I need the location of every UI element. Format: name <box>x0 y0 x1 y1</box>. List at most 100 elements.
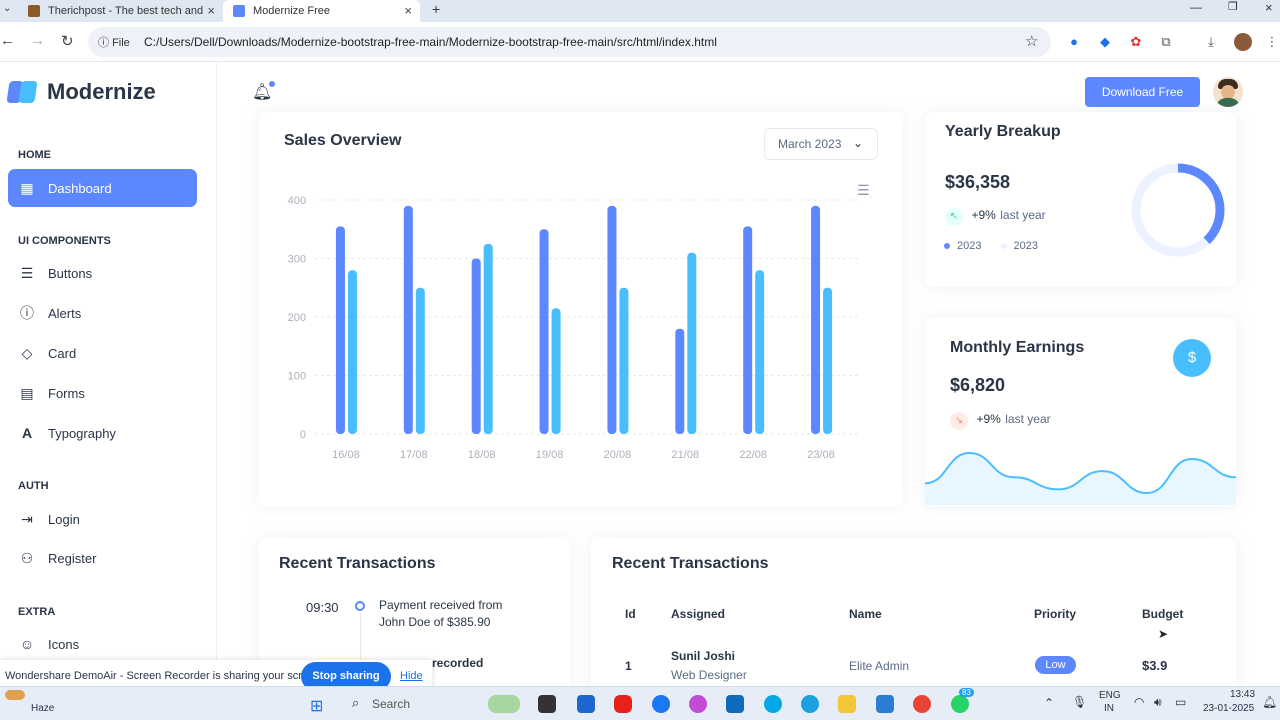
sidebar-item-alerts[interactable]: ⓘ Alerts <box>8 294 197 332</box>
monthly-sparkline <box>925 451 1236 505</box>
cell-budget: $3.9 <box>1142 658 1168 673</box>
outlook-icon[interactable] <box>726 695 744 713</box>
window-close-button[interactable]: × <box>1265 0 1273 15</box>
skype-icon[interactable] <box>764 695 782 713</box>
task-view-icon[interactable] <box>538 695 556 713</box>
bar-17/08-series2[interactable] <box>415 287 425 434</box>
shield-icon[interactable]: ◆ <box>1097 34 1113 50</box>
sidebar-item-label: Dashboard <box>48 180 112 196</box>
bar-18/08-series2[interactable] <box>483 243 493 434</box>
file-explorer-icon[interactable] <box>838 695 856 713</box>
close-icon[interactable]: × <box>207 3 215 18</box>
volume-icon[interactable]: 🔊︎ <box>1154 695 1162 710</box>
sidebar-item-dashboard[interactable]: ▦ Dashboard <box>8 169 197 207</box>
bar-23/08-series1[interactable] <box>811 205 821 434</box>
logo-text: Modernize <box>47 79 156 104</box>
site-info[interactable]: ⓘ File <box>98 34 130 50</box>
more-menu-icon[interactable]: ⋮ <box>1264 34 1280 50</box>
sidebar-item-buttons[interactable]: ☰ Buttons <box>8 254 197 292</box>
edge-icon[interactable] <box>801 695 819 713</box>
bar-22/08-series1[interactable] <box>743 226 753 434</box>
bar-22/08-series2[interactable] <box>755 270 765 434</box>
microphone-icon[interactable]: 🎙︎ <box>1072 695 1087 709</box>
cell-role: Web Designer <box>671 668 747 682</box>
wifi-icon[interactable]: ◠ <box>1134 695 1144 709</box>
sidebar-item-icons[interactable]: ☺ Icons <box>8 625 197 663</box>
browser-tab-therichpost[interactable]: Therichpost - The best tech and × <box>18 0 223 22</box>
restore-button[interactable]: ❐ <box>1228 0 1238 13</box>
monthly-value: $6,820 <box>950 375 1006 395</box>
back-icon[interactable]: ← <box>0 32 15 49</box>
bar-18/08-series1[interactable] <box>471 258 481 435</box>
bar-23/08-series2[interactable] <box>823 287 833 434</box>
download-icon[interactable]: ⤓ <box>1203 34 1219 50</box>
yearly-donut <box>1131 163 1225 257</box>
forward-icon[interactable]: → <box>30 32 45 49</box>
copilot-icon[interactable] <box>689 695 707 713</box>
bar-17/08-series1[interactable] <box>403 205 413 434</box>
bar-20/08-series2[interactable] <box>619 287 629 434</box>
close-icon[interactable]: × <box>404 3 412 18</box>
browser-tab-modernize[interactable]: Modernize Free × <box>223 0 420 22</box>
bookmark-star-icon[interactable]: ☆ <box>1025 32 1038 50</box>
language-in[interactable]: IN <box>1104 703 1114 714</box>
sidebar-item-typography[interactable]: A Typography <box>8 414 197 452</box>
logo[interactable]: Modernize <box>6 79 156 105</box>
reload-icon[interactable]: ↻ <box>61 32 74 50</box>
bar-21/08-series1[interactable] <box>675 328 685 434</box>
share-message: Wondershare DemoAir - Screen Recorder is… <box>5 670 324 682</box>
widget-icon[interactable] <box>488 695 520 713</box>
col-header-budget: Budget <box>1142 607 1184 621</box>
notification-badge: 83 <box>959 688 974 697</box>
monthly-change: ↘ +9% last year <box>950 410 1051 430</box>
month-select[interactable]: March 2023 ⌄ <box>764 128 878 160</box>
profile-avatar[interactable] <box>1234 33 1252 51</box>
url-bar[interactable]: ⓘ File C:/Users/Dell/Downloads/Modernize… <box>88 27 1051 57</box>
download-free-button[interactable]: Download Free <box>1085 77 1200 107</box>
windows-start-icon[interactable]: ⊞ <box>310 696 323 716</box>
chevron-up-icon[interactable]: ⌃ <box>1044 696 1054 710</box>
bar-21/08-series2[interactable] <box>687 252 697 434</box>
y-tick-label: 400 <box>288 195 306 207</box>
store-icon[interactable] <box>577 695 595 713</box>
yearly-change-suffix: last year <box>1000 208 1046 222</box>
notification-dot <box>269 81 275 87</box>
language-eng[interactable]: ENG <box>1099 690 1121 701</box>
url-text[interactable]: C:/Users/Dell/Downloads/Modernize-bootst… <box>144 35 717 49</box>
vscode-icon[interactable] <box>876 695 894 713</box>
hide-link[interactable]: Hide <box>400 670 423 682</box>
legend-dot <box>944 243 950 249</box>
battery-icon[interactable]: ▭ <box>1175 695 1186 709</box>
weather-label[interactable]: Haze <box>31 703 54 714</box>
user-avatar[interactable] <box>1213 77 1243 107</box>
sidebar-item-card[interactable]: ◇ Card <box>8 334 197 372</box>
cell-name: Elite Admin <box>849 659 910 673</box>
youtube-icon[interactable] <box>614 695 632 713</box>
color-picker-icon[interactable]: ✿ <box>1128 34 1144 50</box>
section-home: HOME <box>18 149 51 161</box>
sidebar-item-register[interactable]: ⚇ Register <box>8 539 197 577</box>
facebook-icon[interactable] <box>652 695 670 713</box>
taskbar-search[interactable]: ⌕ Search <box>344 693 484 715</box>
bar-19/08-series2[interactable] <box>551 308 561 434</box>
chevron-down-icon: ⌄ <box>852 136 863 150</box>
notification-bell-icon[interactable]: 🔔︎ <box>1262 695 1277 709</box>
chrome-icon[interactable] <box>913 695 931 713</box>
clock-date[interactable]: 23-01-2025 <box>1203 703 1254 714</box>
bar-16/08-series2[interactable] <box>347 270 357 434</box>
extension-icon[interactable]: ● <box>1066 34 1082 50</box>
sidebar-item-forms[interactable]: ▤ Forms <box>8 374 197 412</box>
puzzle-icon[interactable]: ⧉ <box>1158 34 1174 50</box>
typography-icon: A <box>21 425 33 441</box>
minimize-button[interactable]: — <box>1190 0 1202 14</box>
yearly-change: ↖ +9% last year <box>945 206 1046 226</box>
sidebar-item-login[interactable]: ⇥ Login <box>8 500 197 538</box>
bar-16/08-series1[interactable] <box>335 226 345 434</box>
whatsapp-icon[interactable] <box>951 695 969 713</box>
clock-time[interactable]: 13:43 <box>1230 689 1255 700</box>
bar-19/08-series1[interactable] <box>539 229 549 434</box>
x-tick-label: 17/08 <box>400 449 428 461</box>
bar-20/08-series1[interactable] <box>607 205 617 434</box>
tab-search-icon[interactable]: ⌄ <box>3 3 11 14</box>
new-tab-button[interactable]: + <box>432 1 440 17</box>
